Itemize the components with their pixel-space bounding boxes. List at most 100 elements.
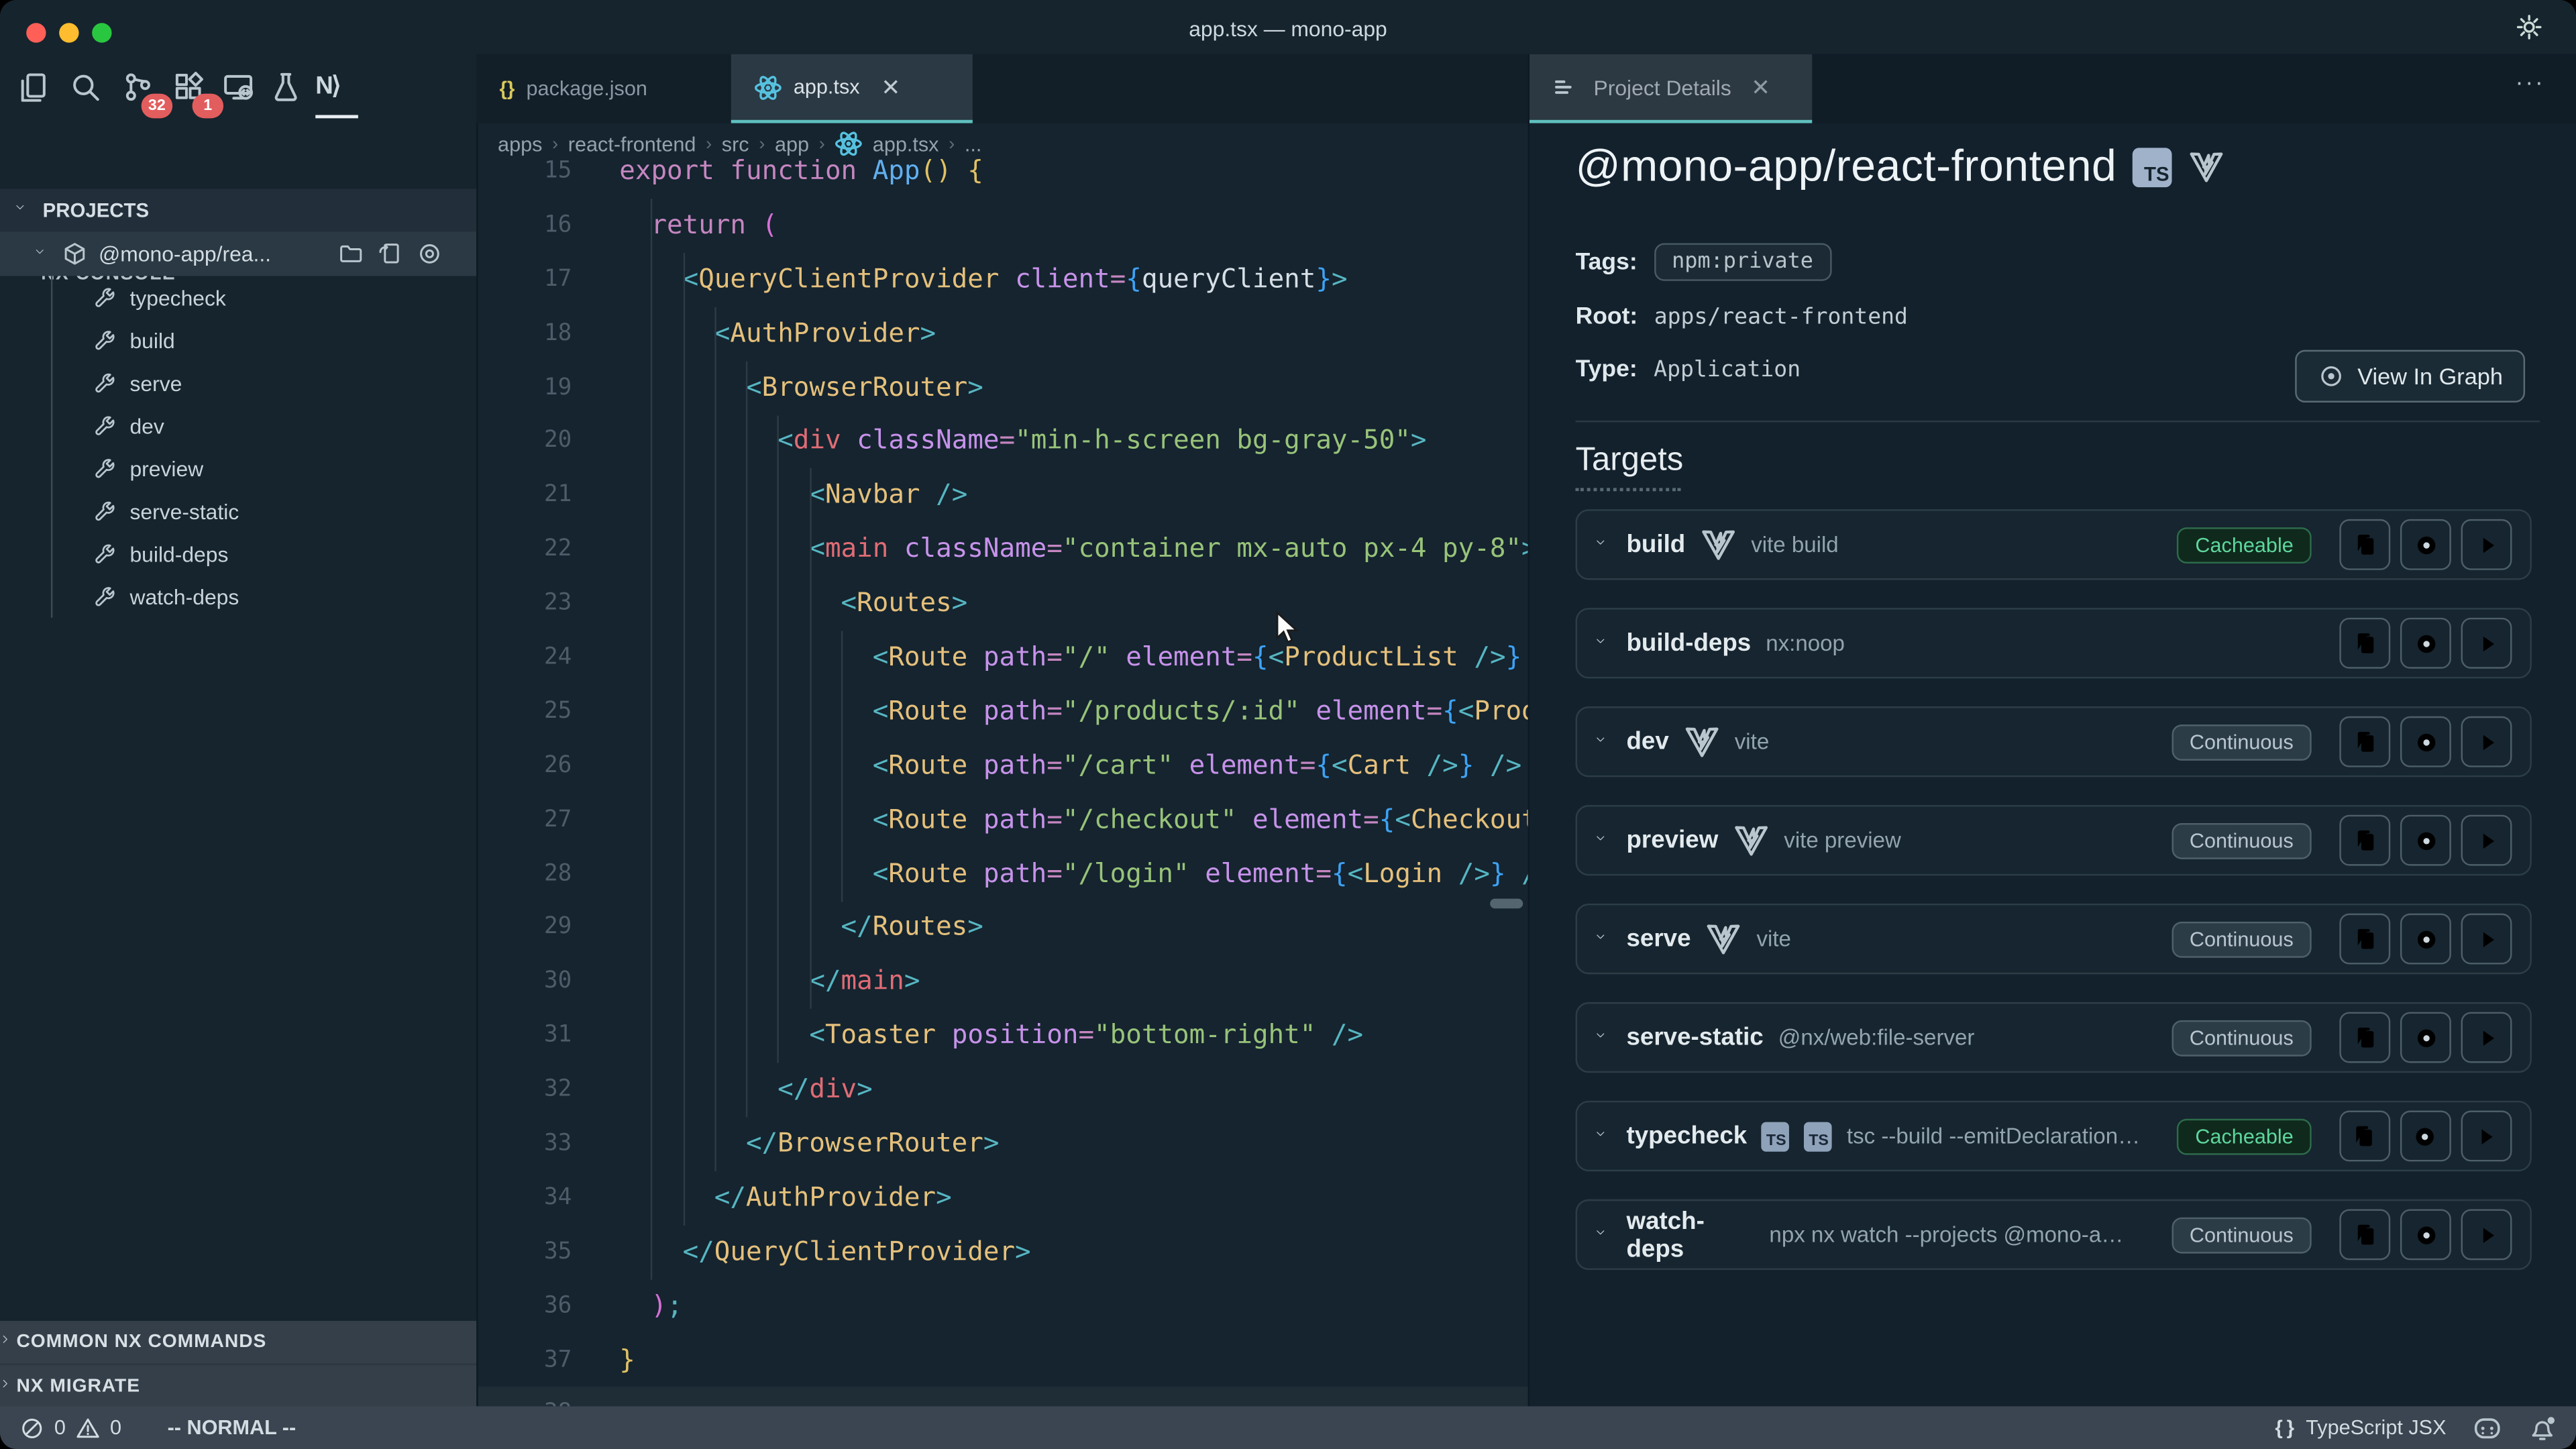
close-window-button[interactable] [26, 23, 46, 42]
sidebar-target-typecheck[interactable]: typecheck [0, 276, 476, 319]
code-line[interactable]: 37} [478, 1334, 1529, 1388]
minimize-window-button[interactable] [59, 23, 78, 42]
target-card-build-deps[interactable]: build-depsnx:noop [1576, 608, 2532, 678]
code-line[interactable]: 23 <Routes> [478, 577, 1529, 631]
code-line[interactable]: 33 </BrowserRouter> [478, 1117, 1529, 1171]
run-target-button[interactable] [2461, 1209, 2512, 1260]
copy-button[interactable] [2339, 815, 2390, 866]
copy-button[interactable] [2339, 519, 2390, 570]
target-card-serve[interactable]: serveviteContinuous [1576, 904, 2532, 974]
chevron-down-icon[interactable] [1595, 733, 1611, 749]
activity-item-extensions[interactable]: 1 [172, 70, 212, 110]
view-button[interactable] [2400, 618, 2451, 669]
view-in-graph-button[interactable]: View In Graph [2295, 350, 2526, 402]
activity-item-beaker[interactable] [270, 70, 309, 110]
sidebar-target-build[interactable]: build [0, 319, 476, 362]
code-line[interactable]: 20 <div className="min-h-screen bg-gray-… [478, 415, 1529, 469]
warning-count[interactable]: 0 [110, 1416, 121, 1439]
activity-item-remote[interactable] [222, 70, 262, 110]
run-target-button[interactable] [2461, 815, 2512, 866]
code-line[interactable]: 26 <Route path="/cart" element={<Cart />… [478, 739, 1529, 794]
sidebar-target-dev[interactable]: dev [0, 404, 476, 447]
view-button[interactable] [2400, 1209, 2451, 1260]
copy-button[interactable] [2339, 1012, 2390, 1063]
errors-icon[interactable] [19, 1415, 44, 1440]
code-line[interactable]: 32 </div> [478, 1063, 1529, 1118]
copy-button[interactable] [2339, 618, 2390, 669]
view-button[interactable] [2400, 1111, 2451, 1162]
code-line[interactable]: 21 <Navbar /> [478, 469, 1529, 523]
warnings-icon[interactable] [76, 1415, 101, 1440]
code-line[interactable]: 22 <main className="container mx-auto px… [478, 523, 1529, 577]
target-card-typecheck[interactable]: typecheckTSTStsc --build --emitDeclarati… [1576, 1101, 2532, 1171]
language-mode[interactable]: { } TypeScript JSX [2275, 1416, 2446, 1439]
copy-button[interactable] [2339, 914, 2390, 965]
run-target-button[interactable] [2461, 1111, 2512, 1162]
target-card-serve-static[interactable]: serve-static@nx/web:file-serverContinuou… [1576, 1002, 2532, 1073]
run-target-button[interactable] [2461, 519, 2512, 570]
zoom-window-button[interactable] [92, 23, 111, 42]
code-line[interactable]: 31 <Toaster position="bottom-right" /> [478, 1009, 1529, 1063]
sidebar-target-serve-static[interactable]: serve-static [0, 490, 476, 533]
code-line[interactable]: 19 <BrowserRouter> [478, 361, 1529, 415]
run-target-button[interactable] [2461, 1012, 2512, 1063]
goto-config-icon[interactable] [378, 241, 402, 266]
open-folder-icon[interactable] [338, 241, 363, 266]
sidebar-target-watch-deps[interactable]: watch-deps [0, 575, 476, 618]
activity-item-search[interactable] [69, 70, 109, 110]
view-button[interactable] [2400, 519, 2451, 570]
activity-item-nx[interactable]: N⟩ [315, 70, 355, 110]
code-line[interactable]: 35 </QueryClientProvider> [478, 1225, 1529, 1279]
tab-app.tsx[interactable]: app.tsx✕ [731, 54, 973, 123]
chevron-down-icon[interactable] [1595, 1128, 1611, 1144]
code-line[interactable]: 28 <Route path="/login" element={<Login … [478, 847, 1529, 902]
sidebar-project-row[interactable]: @mono-app/rea... [0, 231, 476, 276]
view-button[interactable] [2400, 1012, 2451, 1063]
chevron-down-icon[interactable] [1595, 635, 1611, 651]
close-icon[interactable]: ✕ [1751, 73, 1770, 101]
run-target-button[interactable] [2461, 716, 2512, 767]
chevron-down-icon[interactable] [1595, 1226, 1611, 1242]
code-line[interactable]: 18 <AuthProvider> [478, 307, 1529, 361]
settings-gear-icon[interactable] [2515, 13, 2543, 42]
target-card-preview[interactable]: previewvite previewContinuous [1576, 805, 2532, 875]
scrollbar-thumb[interactable] [1490, 899, 1523, 909]
close-icon[interactable]: ✕ [881, 73, 900, 101]
code-line[interactable]: 30 </main> [478, 955, 1529, 1010]
sidebar-target-serve[interactable]: serve [0, 362, 476, 405]
sidebar-section-common-nx-commands[interactable]: COMMON NX COMMANDS [0, 1321, 476, 1364]
notifications-bell-icon[interactable] [2528, 1413, 2557, 1442]
code-line[interactable]: 24 <Route path="/" element={<ProductList… [478, 631, 1529, 685]
tab-project-details[interactable]: Project Details ✕ [1529, 54, 1812, 123]
copy-button[interactable] [2339, 1209, 2390, 1260]
chevron-down-icon[interactable] [1595, 930, 1611, 947]
sidebar-target-build-deps[interactable]: build-deps [0, 532, 476, 575]
chevron-down-icon[interactable] [1595, 832, 1611, 848]
sidebar-section-nx-migrate[interactable]: NX MIGRATE [0, 1364, 476, 1408]
code-line[interactable]: 25 <Route path="/products/:id" element={… [478, 685, 1529, 739]
copilot-icon[interactable] [2473, 1413, 2502, 1442]
run-target-button[interactable] [2461, 618, 2512, 669]
tab-package.json[interactable]: {}package.json [476, 54, 731, 123]
code-line[interactable]: 29 </Routes> [478, 901, 1529, 955]
view-button[interactable] [2400, 914, 2451, 965]
target-card-dev[interactable]: devviteContinuous [1576, 706, 2532, 777]
view-button[interactable] [2400, 716, 2451, 767]
code-line[interactable]: 34 </AuthProvider> [478, 1171, 1529, 1226]
chevron-down-icon[interactable] [1595, 537, 1611, 553]
copy-button[interactable] [2339, 716, 2390, 767]
view-button[interactable] [2400, 815, 2451, 866]
target-card-watch-deps[interactable]: watch-depsnpx nx watch --projects @mono-… [1576, 1199, 2532, 1270]
code-editor[interactable]: apps›react-frontend›src›app›app.tsx›... … [476, 123, 1529, 1407]
projects-section-header[interactable]: PROJECTS [0, 189, 476, 232]
chevron-down-icon[interactable] [1595, 1029, 1611, 1045]
target-icon[interactable] [417, 241, 442, 266]
code-line[interactable]: 36 ); [478, 1279, 1529, 1334]
sidebar-target-preview[interactable]: preview [0, 447, 476, 490]
activity-item-files[interactable] [16, 70, 56, 110]
panel-more-icon[interactable]: ··· [2515, 69, 2544, 97]
run-target-button[interactable] [2461, 914, 2512, 965]
code-line[interactable]: 15export function App() { [478, 145, 1529, 199]
code-line[interactable]: 17 <QueryClientProvider client={queryCli… [478, 253, 1529, 307]
target-card-build[interactable]: buildvite buildCacheable [1576, 509, 2532, 580]
